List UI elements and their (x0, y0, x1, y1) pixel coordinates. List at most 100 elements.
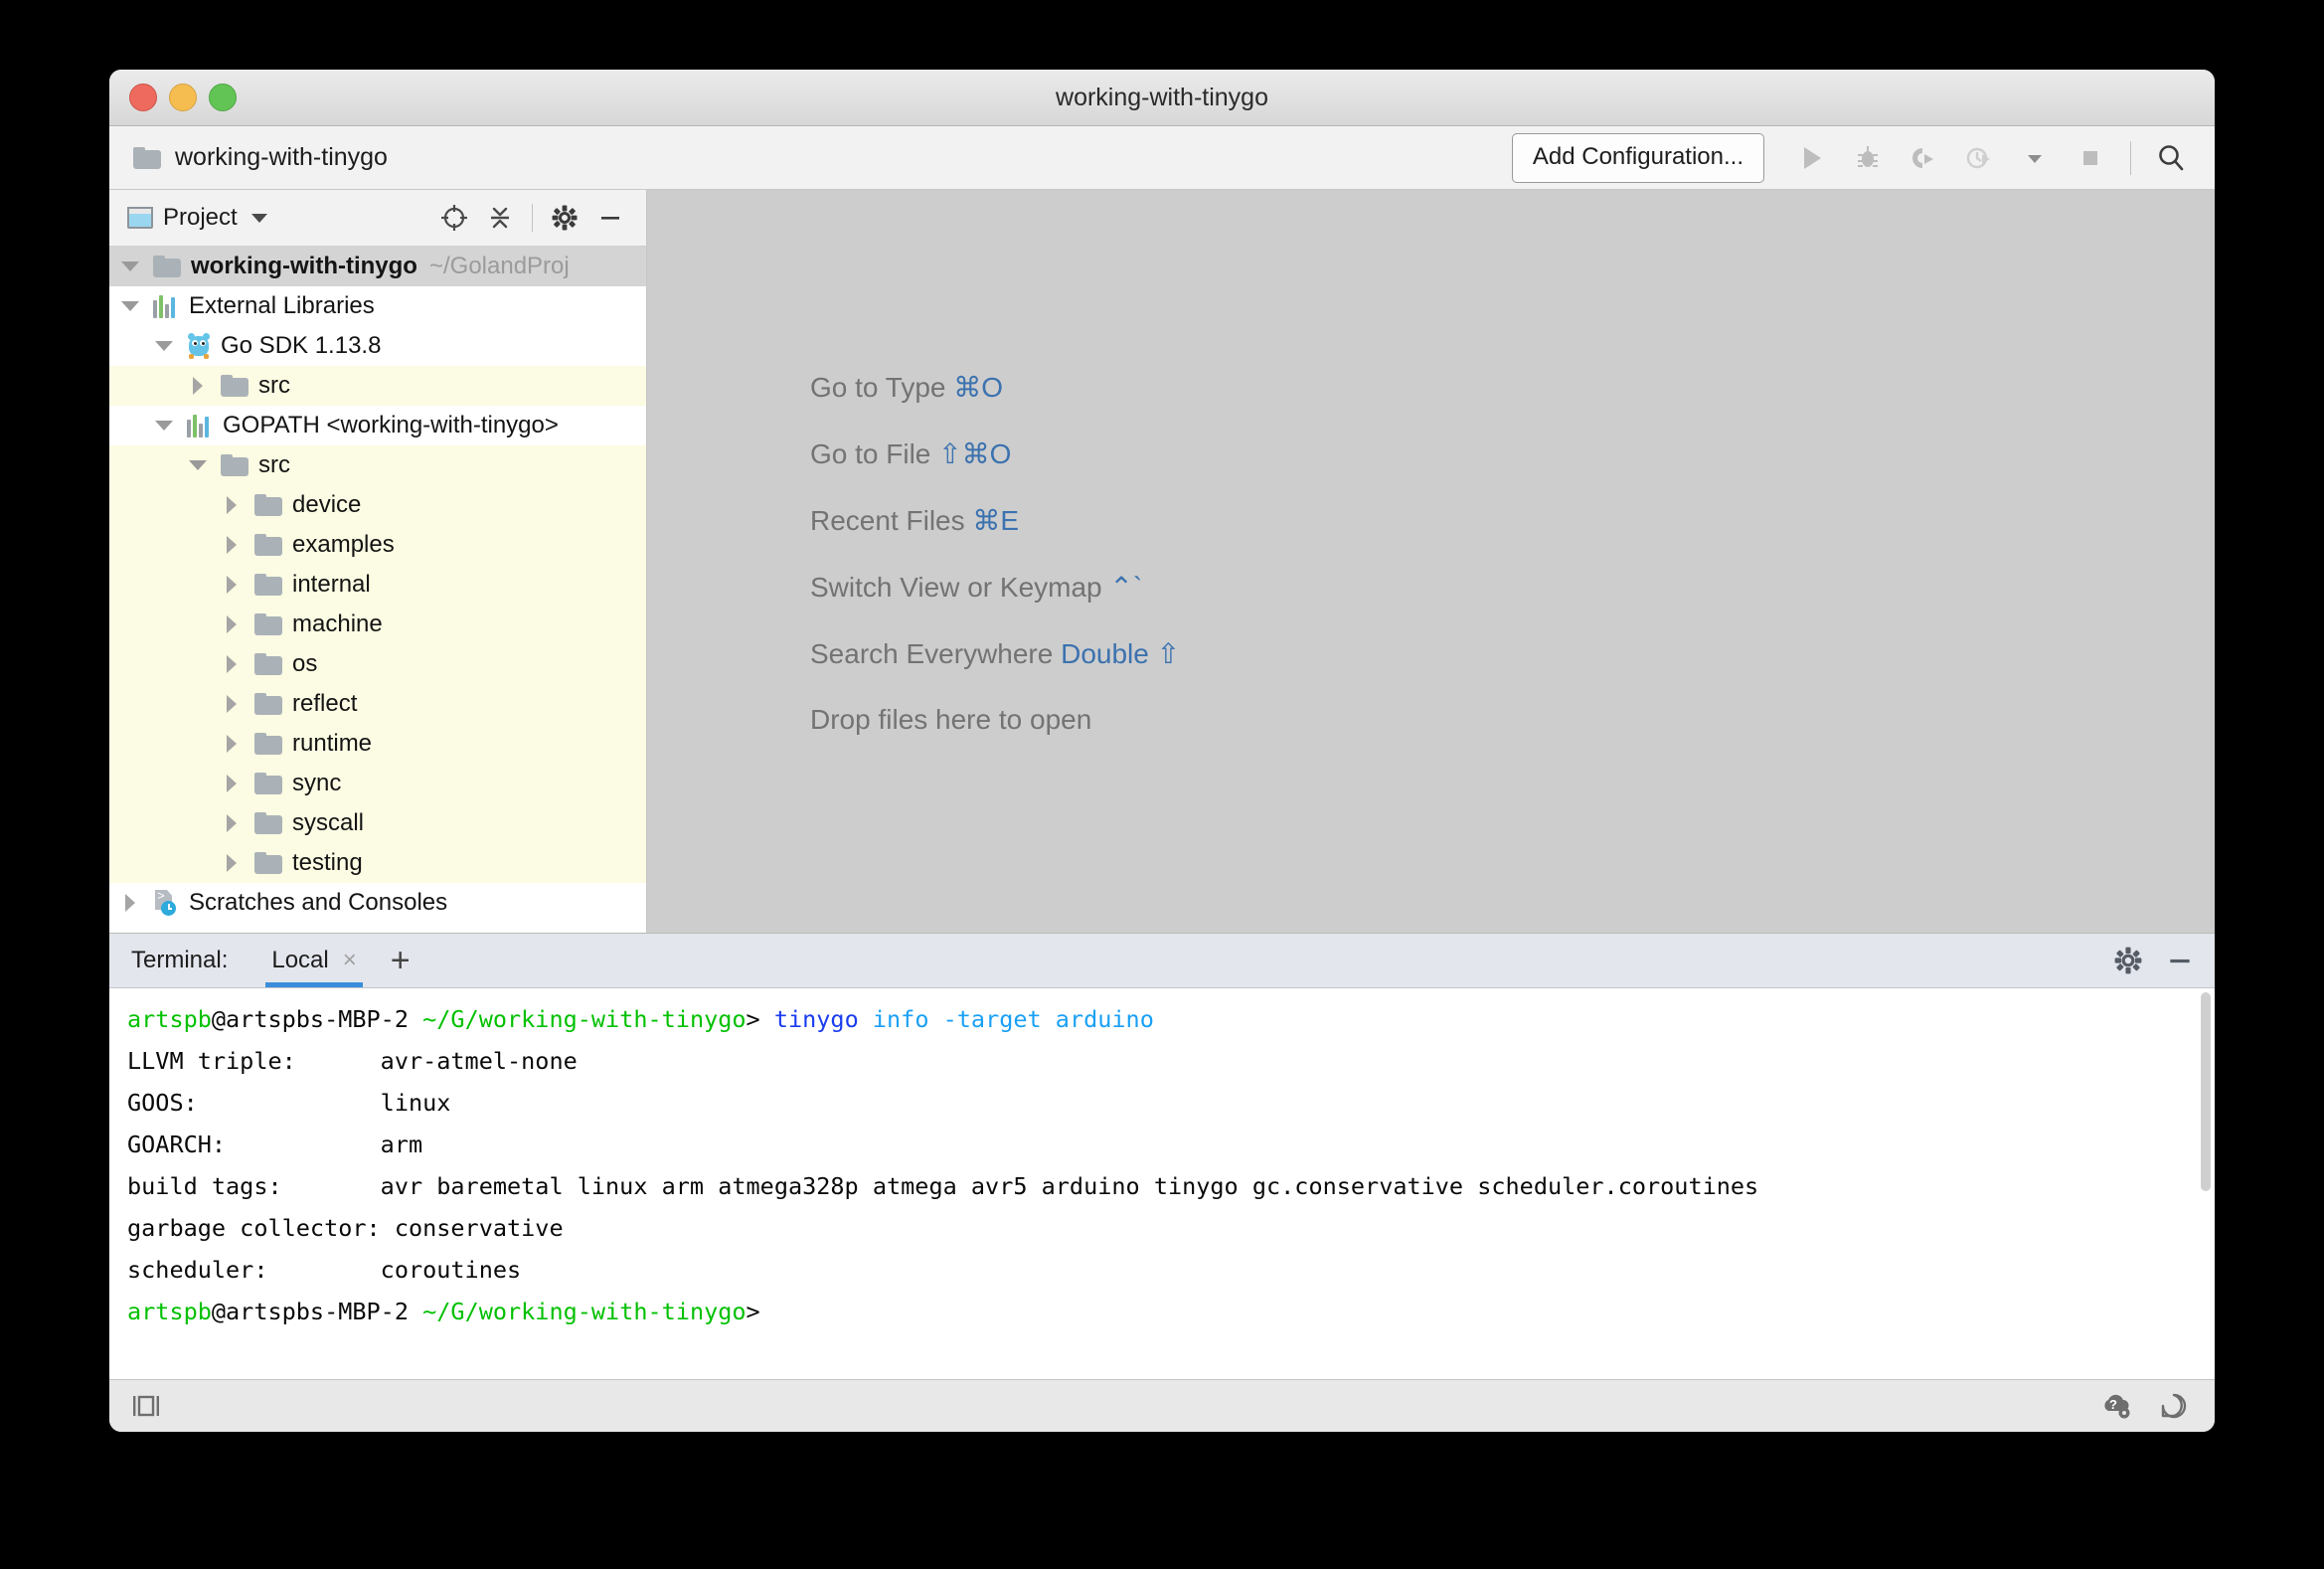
terminal-line: LLVM triple: avr-atmel-none (127, 1040, 2215, 1082)
folder-icon (254, 574, 282, 596)
tree-node-label: examples (292, 531, 395, 558)
terminal-label: Terminal: (131, 947, 229, 973)
tree-node-label: machine (292, 610, 383, 637)
chevron-right-icon[interactable] (219, 572, 245, 598)
folder-icon (254, 852, 282, 874)
chevron-right-icon[interactable] (117, 890, 143, 916)
chevron-right-icon[interactable] (219, 810, 245, 836)
tree-node[interactable]: GOPATH <working-with-tinygo> (109, 406, 646, 445)
tree-node-label: Go SDK 1.13.8 (221, 332, 382, 359)
editor-tip: Go to Type ⌘O (810, 371, 1180, 404)
run-icon[interactable] (1786, 135, 1838, 181)
terminal-output[interactable]: artspb@artspbs-MBP-2 ~/G/working-with-ti… (109, 988, 2215, 1379)
chevron-right-icon[interactable] (219, 771, 245, 796)
tree-node[interactable]: testing (109, 843, 646, 883)
editor-tip-shortcut: ⌘O (953, 372, 1004, 403)
library-icon (153, 294, 179, 318)
folder-icon (254, 534, 282, 556)
help-settings-icon[interactable]: ? (2099, 1391, 2133, 1421)
tree-node[interactable]: sync (109, 764, 646, 803)
chevron-down-icon[interactable] (2009, 135, 2061, 181)
tree-node-label: working-with-tinygo (191, 253, 417, 279)
terminal-tab-local[interactable]: Local × (265, 934, 364, 987)
chevron-right-icon[interactable] (219, 850, 245, 876)
collapse-all-icon[interactable] (478, 197, 522, 239)
event-log-icon[interactable] (2159, 1392, 2189, 1420)
terminal-segment: info -target arduino (858, 1005, 1154, 1033)
hide-icon[interactable] (588, 197, 632, 239)
tree-node[interactable]: device (109, 485, 646, 525)
tree-node[interactable]: reflect (109, 684, 646, 724)
terminal-line: build tags: avr baremetal linux arm atme… (127, 1165, 2215, 1207)
select-opened-file-icon[interactable] (432, 197, 476, 239)
minimize-button[interactable] (169, 84, 197, 111)
folder-icon (254, 733, 282, 755)
project-tree[interactable]: working-with-tinygo ~/GolandProj External … (109, 247, 646, 933)
toggle-tool-window-bars-icon[interactable] (131, 1393, 161, 1419)
library-icon (187, 414, 213, 437)
editor-tip: Go to File ⇧⌘O (810, 437, 1180, 470)
chevron-down-icon[interactable] (151, 333, 177, 359)
tree-node[interactable]: os (109, 644, 646, 684)
tree-node[interactable]: Scratches and Consoles (109, 883, 646, 923)
gear-icon[interactable] (2113, 946, 2143, 975)
terminal-segment: ~/G/working-with-tinygo (422, 1005, 747, 1033)
ide-window: working-with-tinygo working-with-tinygo … (109, 70, 2215, 1432)
breadcrumb[interactable]: working-with-tinygo (133, 143, 388, 172)
tree-node[interactable]: working-with-tinygo ~/GolandProj (109, 247, 646, 286)
project-tool-window: Project working-with-tinygo ~/GolandProj… (109, 190, 647, 933)
run-coverage-icon[interactable] (1898, 135, 1949, 181)
tree-node[interactable]: internal (109, 565, 646, 605)
chevron-down-icon[interactable] (185, 452, 211, 478)
stop-icon[interactable] (2065, 135, 2116, 181)
tree-node[interactable]: runtime (109, 724, 646, 764)
project-window-icon (127, 207, 153, 229)
gear-icon[interactable] (543, 197, 586, 239)
terminal-segment: artspb (127, 1005, 212, 1033)
zoom-button[interactable] (209, 84, 237, 111)
terminal-scrollbar[interactable] (2201, 992, 2211, 1191)
close-button[interactable] (129, 84, 157, 111)
tree-node[interactable]: src (109, 445, 646, 485)
debug-icon[interactable] (1842, 135, 1894, 181)
chevron-right-icon[interactable] (219, 651, 245, 677)
hide-icon[interactable] (2165, 946, 2195, 975)
folder-icon (254, 773, 282, 794)
editor-tip-action: Drop files here to open (810, 704, 1092, 735)
chevron-right-icon[interactable] (219, 691, 245, 717)
traffic-lights (129, 84, 237, 111)
tree-node[interactable]: machine (109, 605, 646, 644)
folder-icon (254, 693, 282, 715)
terminal-header: Terminal: Local × + (109, 934, 2215, 988)
chevron-right-icon[interactable] (219, 532, 245, 558)
tree-node-path: ~/GolandProj (428, 253, 570, 279)
chevron-down-icon[interactable] (151, 413, 177, 438)
add-configuration-button[interactable]: Add Configuration... (1511, 132, 1764, 183)
editor-tips-list: Go to Type ⌘O Go to File ⇧⌘O Recent Files … (810, 371, 1180, 736)
profile-icon[interactable] (1953, 135, 2005, 181)
tree-node[interactable]: External Libraries (109, 286, 646, 326)
tree-node[interactable]: syscall (109, 803, 646, 843)
chevron-down-icon[interactable] (117, 254, 143, 279)
close-icon[interactable]: × (343, 949, 357, 972)
tree-node[interactable]: Go SDK 1.13.8 (109, 326, 646, 366)
project-view-selector[interactable]: Project (127, 204, 267, 232)
new-terminal-tab-button[interactable]: + (391, 944, 411, 977)
status-bar-actions: ? (2099, 1391, 2189, 1421)
chevron-right-icon[interactable] (185, 373, 211, 399)
search-icon[interactable] (2145, 135, 2197, 181)
tree-node[interactable]: src (109, 366, 646, 406)
tree-node[interactable]: examples (109, 525, 646, 565)
chevron-down-icon[interactable] (250, 213, 267, 223)
chevron-right-icon[interactable] (219, 492, 245, 518)
tree-node-label: testing (292, 849, 363, 876)
navigation-bar: working-with-tinygo Add Configuration... (109, 126, 2215, 190)
svg-text:?: ? (2109, 1397, 2117, 1412)
terminal-line: garbage collector: conservative (127, 1207, 2215, 1249)
terminal-line: scheduler: coroutines (127, 1249, 2215, 1291)
chevron-right-icon[interactable] (219, 611, 245, 637)
chevron-down-icon[interactable] (117, 293, 143, 319)
chevron-right-icon[interactable] (219, 731, 245, 757)
editor-tip-action: Recent Files (810, 505, 973, 536)
terminal-tab-label: Local (271, 947, 329, 973)
